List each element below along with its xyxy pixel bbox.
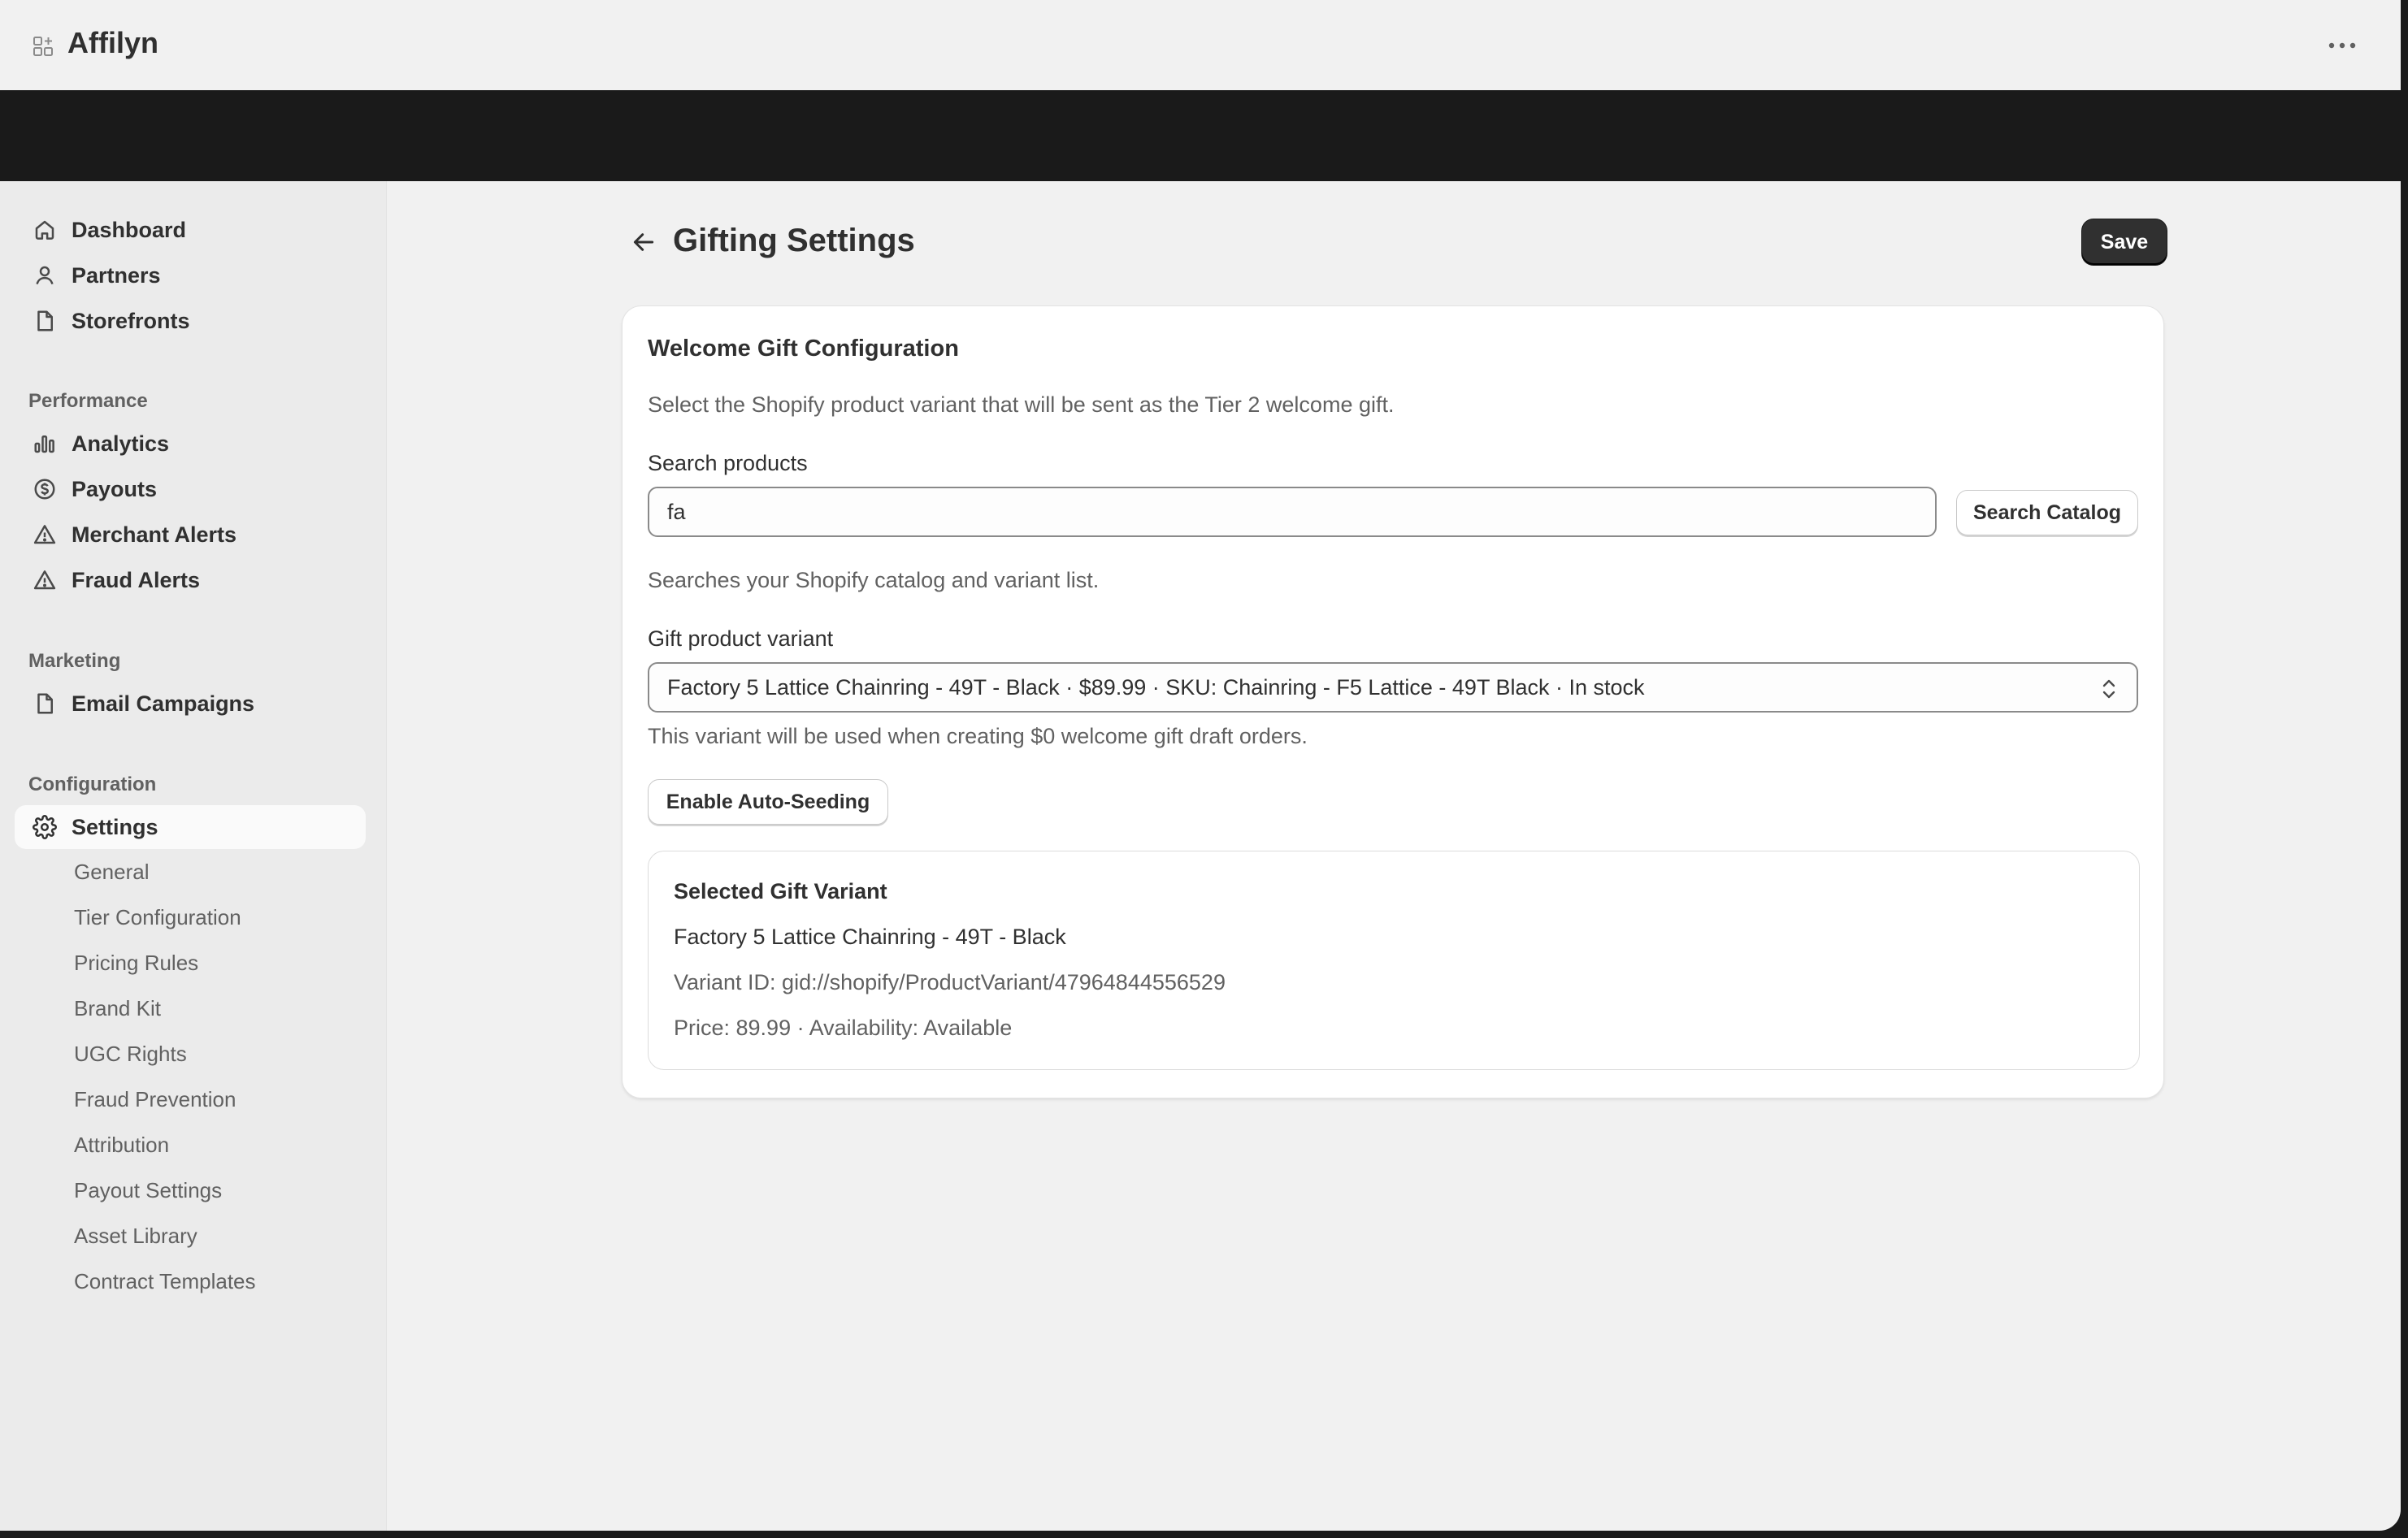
search-products-input[interactable] bbox=[648, 487, 1937, 537]
gift-variant-select[interactable]: Factory 5 Lattice Chainring - 49T - Blac… bbox=[648, 662, 2138, 713]
back-button[interactable] bbox=[627, 226, 660, 258]
bar-chart-icon bbox=[31, 430, 59, 457]
sidebar-subitem-pricing-rules[interactable]: Pricing Rules bbox=[74, 951, 198, 976]
sidebar-subitem-brand-kit[interactable]: Brand Kit bbox=[74, 996, 161, 1021]
sidebar-item-label: Payouts bbox=[72, 476, 158, 501]
card-description: Select the Shopify product variant that … bbox=[648, 392, 1395, 417]
sidebar-item-label: Fraud Alerts bbox=[72, 567, 201, 592]
dollar-circle-icon bbox=[31, 475, 59, 503]
app-window: Affilyn Dashboard Partners Storefronts P… bbox=[0, 0, 2401, 1531]
home-icon bbox=[31, 216, 59, 244]
sidebar-item-label: Storefronts bbox=[72, 308, 190, 333]
variant-help-text: This variant will be used when creating … bbox=[648, 724, 1308, 748]
sidebar-item-settings[interactable]: Settings bbox=[15, 805, 366, 849]
section-label-performance: Performance bbox=[28, 390, 148, 412]
section-label-configuration: Configuration bbox=[28, 773, 157, 795]
alert-triangle-icon bbox=[31, 566, 59, 594]
card-title: Welcome Gift Configuration bbox=[648, 336, 959, 362]
sidebar-item-analytics[interactable]: Analytics bbox=[15, 422, 366, 466]
sidebar-subitem-general[interactable]: General bbox=[74, 860, 150, 885]
gift-variant-label: Gift product variant bbox=[648, 626, 834, 651]
sidebar-subitem-attribution[interactable]: Attribution bbox=[74, 1133, 169, 1158]
enable-auto-seeding-button[interactable]: Enable Auto-Seeding bbox=[648, 779, 888, 825]
sidebar-item-label: Settings bbox=[72, 814, 158, 839]
file-icon bbox=[31, 307, 59, 335]
sidebar-subitem-fraud-prevention[interactable]: Fraud Prevention bbox=[74, 1087, 236, 1112]
sidebar-item-storefronts[interactable]: Storefronts bbox=[15, 299, 366, 343]
page-title: Gifting Settings bbox=[673, 223, 915, 258]
sidebar-subitem-ugc-rights[interactable]: UGC Rights bbox=[74, 1042, 187, 1067]
top-bar bbox=[0, 90, 2401, 181]
chevron-up-down-icon bbox=[2099, 677, 2119, 701]
title-bar: Affilyn bbox=[0, 0, 2401, 91]
gear-icon bbox=[31, 813, 59, 841]
sidebar-item-dashboard[interactable]: Dashboard bbox=[15, 208, 366, 252]
sidebar-item-partners[interactable]: Partners bbox=[15, 253, 366, 297]
sidebar-item-label: Analytics bbox=[72, 431, 170, 456]
sidebar-item-email-campaigns[interactable]: Email Campaigns bbox=[15, 682, 366, 726]
save-button[interactable]: Save bbox=[2082, 219, 2167, 265]
sidebar: Dashboard Partners Storefronts Performan… bbox=[0, 181, 387, 1531]
section-label-marketing: Marketing bbox=[28, 650, 121, 672]
sidebar-item-label: Merchant Alerts bbox=[72, 522, 237, 547]
sidebar-subitem-payout-settings[interactable]: Payout Settings bbox=[74, 1178, 222, 1203]
sidebar-item-label: Email Campaigns bbox=[72, 691, 255, 716]
ellipsis-icon bbox=[2328, 42, 2356, 49]
sidebar-subitem-tier-configuration[interactable]: Tier Configuration bbox=[74, 905, 241, 930]
arrow-left-icon bbox=[633, 233, 654, 251]
sidebar-subitem-asset-library[interactable]: Asset Library bbox=[74, 1224, 197, 1249]
sidebar-item-fraud-alerts[interactable]: Fraud Alerts bbox=[15, 558, 366, 602]
search-products-label: Search products bbox=[648, 451, 808, 475]
search-catalog-button[interactable]: Search Catalog bbox=[1956, 490, 2138, 535]
app-grid-icon bbox=[33, 36, 54, 57]
selected-variant-id: Variant ID: gid://shopify/ProductVariant… bbox=[674, 970, 1226, 994]
app-title: Affilyn bbox=[67, 26, 158, 59]
sidebar-item-payouts[interactable]: Payouts bbox=[15, 467, 366, 511]
sidebar-subitem-contract-templates[interactable]: Contract Templates bbox=[74, 1269, 256, 1294]
more-actions-button[interactable] bbox=[2326, 31, 2358, 60]
selected-variant-price-availability: Price: 89.99 · Availability: Available bbox=[674, 1016, 1013, 1040]
selected-variant-name: Factory 5 Lattice Chainring - 49T - Blac… bbox=[674, 925, 1066, 949]
welcome-gift-card: Welcome Gift Configuration Select the Sh… bbox=[622, 305, 2164, 1098]
sidebar-item-merchant-alerts[interactable]: Merchant Alerts bbox=[15, 513, 366, 557]
file-icon bbox=[31, 690, 59, 717]
sidebar-item-label: Partners bbox=[72, 262, 161, 288]
sidebar-item-label: Dashboard bbox=[72, 217, 187, 242]
alert-triangle-icon bbox=[31, 521, 59, 548]
person-icon bbox=[31, 262, 59, 289]
gift-variant-selected-value: Factory 5 Lattice Chainring - 49T - Blac… bbox=[667, 674, 1645, 700]
page-header: Gifting Settings Save bbox=[627, 218, 2167, 268]
search-help-text: Searches your Shopify catalog and varian… bbox=[648, 568, 1100, 592]
selected-gift-variant-card: Selected Gift Variant Factory 5 Lattice … bbox=[648, 851, 2140, 1070]
selected-variant-title: Selected Gift Variant bbox=[674, 879, 887, 903]
